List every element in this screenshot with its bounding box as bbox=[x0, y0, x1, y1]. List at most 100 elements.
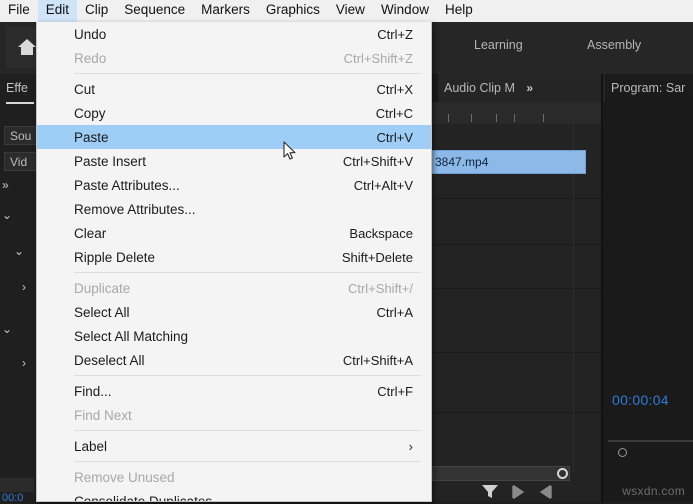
timeline-playhead-timecode: 00:0 bbox=[2, 492, 23, 504]
menu-item-shortcut: Ctrl+F bbox=[377, 384, 413, 399]
menubar-item-markers[interactable]: Markers bbox=[193, 0, 258, 24]
menu-item-paste-attributes[interactable]: Paste Attributes...Ctrl+Alt+V bbox=[37, 173, 431, 197]
timeline-gridline bbox=[573, 124, 574, 472]
menu-item-duplicate: DuplicateCtrl+Shift+/ bbox=[37, 276, 431, 300]
menubar-item-help[interactable]: Help bbox=[437, 0, 481, 24]
menu-item-label: Paste bbox=[74, 130, 109, 145]
chevron-right-icon[interactable]: › bbox=[409, 439, 413, 454]
timeline-ruler[interactable]: 23 bbox=[418, 102, 601, 124]
menu-item-shortcut: Ctrl+Shift+A bbox=[343, 353, 413, 368]
menu-item-label: Duplicate bbox=[74, 281, 130, 296]
menu-item-shortcut: Ctrl+Alt+V bbox=[354, 178, 413, 193]
filter-icon[interactable] bbox=[481, 483, 499, 499]
menu-item-label: Deselect All bbox=[74, 353, 145, 368]
menu-item-shortcut: Ctrl+V bbox=[377, 130, 413, 145]
edit-dropdown-menu[interactable]: UndoCtrl+ZRedoCtrl+Shift+ZCutCtrl+XCopyC… bbox=[36, 22, 432, 502]
menu-item-find-next: Find Next bbox=[37, 403, 431, 427]
search-input[interactable] bbox=[432, 466, 570, 481]
menu-item-consolidate-duplicates[interactable]: Consolidate Duplicates bbox=[37, 489, 431, 502]
menu-item-label: Cut bbox=[74, 82, 95, 97]
timeline-clip-label: 3847.mp4 bbox=[435, 155, 488, 169]
menubar-item-view[interactable]: View bbox=[328, 0, 373, 24]
track-chevron-down-icon-2[interactable]: ⌄ bbox=[14, 244, 24, 258]
menu-item-cut[interactable]: CutCtrl+X bbox=[37, 77, 431, 101]
menu-item-label: Find... bbox=[74, 384, 112, 399]
menu-item-select-all-matching[interactable]: Select All Matching bbox=[37, 324, 431, 348]
menu-separator bbox=[74, 73, 421, 74]
source-panel-box[interactable]: Sou bbox=[4, 126, 38, 145]
menubar-item-window[interactable]: Window bbox=[373, 0, 437, 24]
menu-separator bbox=[74, 375, 421, 376]
program-monitor-playhead-knob[interactable] bbox=[618, 448, 627, 457]
menu-item-paste-insert[interactable]: Paste InsertCtrl+Shift+V bbox=[37, 149, 431, 173]
menu-item-paste[interactable]: Paste Ctrl+V bbox=[37, 125, 431, 149]
effects-panel: Effe Sou Vid » ⌄ ⌄ › ⌄ › 00:0 bbox=[0, 74, 36, 502]
menu-item-label: Ripple Delete bbox=[74, 250, 155, 265]
menu-item-select-all[interactable]: Select AllCtrl+A bbox=[37, 300, 431, 324]
menu-item-find[interactable]: Find... Ctrl+F bbox=[37, 379, 431, 403]
ruler-tick bbox=[496, 114, 497, 122]
menu-item-label: Paste Insert bbox=[74, 154, 146, 169]
menu-item-label[interactable]: Label› bbox=[37, 434, 431, 458]
menubar-item-sequence[interactable]: Sequence bbox=[116, 0, 193, 24]
track-chevron-down-icon-3[interactable]: ⌄ bbox=[2, 322, 12, 336]
timeline-panel[interactable]: 23 3847.mp4 bbox=[418, 102, 601, 472]
menu-item-shortcut: Ctrl+C bbox=[376, 106, 413, 121]
track-chevron-right-icon-1[interactable]: » bbox=[2, 178, 9, 192]
timeline-clip[interactable]: 3847.mp4 bbox=[431, 150, 586, 174]
ruler-tick bbox=[543, 114, 544, 122]
ruler-tick bbox=[471, 114, 472, 122]
track-expand-icon-2[interactable]: › bbox=[22, 356, 26, 370]
workspace-tab-learning[interactable]: Learning bbox=[474, 38, 523, 52]
track-chevron-down-icon-1[interactable]: ⌄ bbox=[2, 208, 12, 222]
menu-item-deselect-all[interactable]: Deselect All Ctrl+Shift+A bbox=[37, 348, 431, 372]
menu-item-remove-attributes[interactable]: Remove Attributes... bbox=[37, 197, 431, 221]
menu-item-copy[interactable]: Copy Ctrl+C bbox=[37, 101, 431, 125]
menu-item-shortcut: Backspace bbox=[349, 226, 413, 241]
double-chevron-right-icon[interactable]: » bbox=[526, 81, 533, 95]
tab-program-monitor[interactable]: Program: Sar bbox=[605, 74, 693, 102]
menu-item-label: Clear bbox=[74, 226, 106, 241]
menu-item-label: Remove Attributes... bbox=[74, 202, 196, 217]
menu-item-label: Consolidate Duplicates bbox=[74, 494, 212, 503]
menu-item-shortcut: Ctrl+Shift+Z bbox=[344, 51, 413, 66]
track-header-block bbox=[0, 478, 34, 492]
menubar-item-clip[interactable]: Clip bbox=[77, 0, 116, 24]
menu-separator bbox=[74, 272, 421, 273]
home-icon bbox=[16, 37, 38, 57]
ruler-tick bbox=[448, 114, 449, 122]
mouse-cursor-icon bbox=[283, 141, 297, 161]
ruler-tick bbox=[514, 114, 515, 122]
menu-item-remove-unused: Remove Unused bbox=[37, 465, 431, 489]
marker-in-icon[interactable] bbox=[511, 485, 527, 499]
program-monitor-scrubber[interactable] bbox=[608, 440, 693, 442]
marker-out-icon[interactable] bbox=[537, 485, 553, 499]
menubar-item-file[interactable]: File bbox=[0, 0, 38, 24]
tab-active-underline bbox=[6, 102, 34, 104]
menu-item-label: Copy bbox=[74, 106, 106, 121]
menubar-item-edit[interactable]: Edit bbox=[38, 0, 77, 24]
program-monitor-panel[interactable] bbox=[603, 102, 693, 502]
record-circle-icon[interactable] bbox=[557, 468, 568, 479]
video-panel-box[interactable]: Vid bbox=[4, 152, 38, 171]
menu-item-ripple-delete[interactable]: Ripple Delete Shift+Delete bbox=[37, 245, 431, 269]
menu-item-label: Select All bbox=[74, 305, 130, 320]
track-expand-icon-1[interactable]: › bbox=[22, 280, 26, 294]
tab-audio-clip-mixer[interactable]: Audio Clip M » bbox=[438, 74, 610, 102]
menu-item-shortcut: Shift+Delete bbox=[342, 250, 413, 265]
program-monitor-timecode: 00:00:04 bbox=[612, 392, 669, 408]
workspace-tab-assembly[interactable]: Assembly bbox=[587, 38, 641, 52]
menu-item-label: Select All Matching bbox=[74, 329, 188, 344]
menu-bar[interactable]: FileEditClipSequenceMarkersGraphicsViewW… bbox=[0, 0, 693, 22]
menu-item-undo[interactable]: UndoCtrl+Z bbox=[37, 22, 431, 46]
menu-separator bbox=[74, 461, 421, 462]
menubar-item-graphics[interactable]: Graphics bbox=[258, 0, 328, 24]
menu-item-redo: Redo Ctrl+Shift+Z bbox=[37, 46, 431, 70]
watermark: wsxdn.com bbox=[622, 484, 685, 498]
menu-item-label: Find Next bbox=[74, 408, 132, 423]
tab-effects[interactable]: Effe bbox=[0, 74, 28, 102]
menu-item-label: Undo bbox=[74, 27, 106, 42]
menu-item-clear[interactable]: Clear Backspace bbox=[37, 221, 431, 245]
menu-item-label: Remove Unused bbox=[74, 470, 175, 485]
menu-item-label: Redo bbox=[74, 51, 106, 66]
